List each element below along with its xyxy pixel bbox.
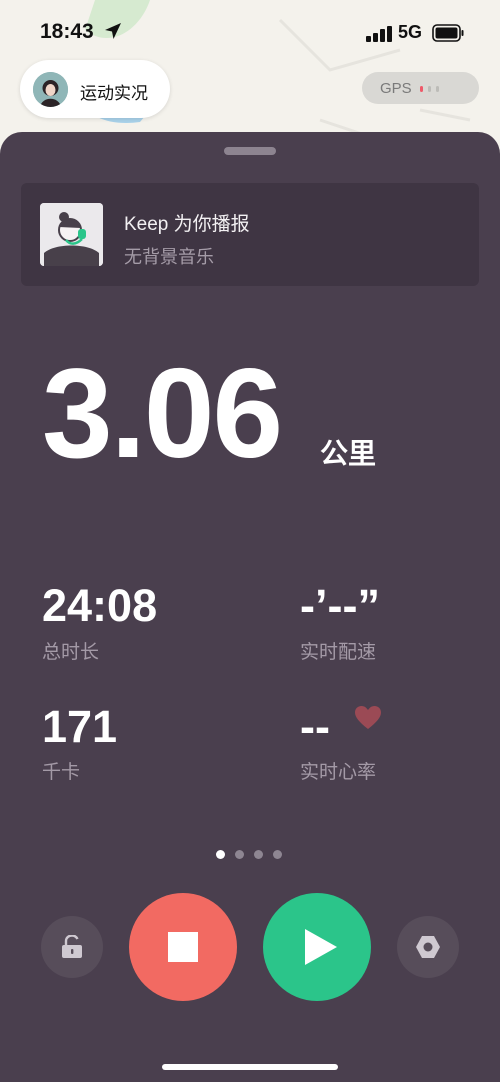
drag-handle[interactable] [224,147,276,155]
settings-icon [416,936,440,958]
page-dot[interactable] [273,850,282,859]
audio-card-subtitle: 无背景音乐 [124,247,214,267]
battery-icon [432,24,464,42]
unlock-icon [61,935,83,959]
network-type: 5G [398,22,423,42]
distance-value: 3.06 [42,342,283,484]
gps-indicator: GPS [362,72,479,104]
play-icon [305,929,337,965]
duration-label: 总时长 [42,642,100,663]
broadcaster-avatar [40,203,103,266]
distance-unit: 公里 [320,438,377,469]
settings-button[interactable] [397,916,459,978]
audio-card-title: Keep 为你播报 [124,214,250,235]
page-dot[interactable] [235,850,244,859]
page-dot[interactable] [254,850,263,859]
gps-signal-icon [420,86,446,92]
pace-label: 实时配速 [300,642,377,663]
pace-value: -’--” [300,580,380,631]
home-indicator[interactable] [162,1064,338,1070]
stop-button[interactable] [129,893,237,1001]
page-dot[interactable] [216,850,225,859]
avatar [33,72,68,107]
location-arrow-icon [104,22,122,40]
signal-icon [366,26,392,42]
page-indicator[interactable] [216,846,292,864]
calories-label: 千卡 [42,762,81,783]
heart-rate-value: -- [300,701,330,752]
heart-rate-label: 实时心率 [300,762,377,783]
calories-value: 171 [42,701,118,752]
resume-button[interactable] [263,893,371,1001]
live-status-label: 运动实况 [80,84,148,103]
gps-label: GPS [380,80,412,97]
stop-icon [168,932,198,962]
duration-value: 24:08 [42,580,158,631]
heart-icon [355,706,381,730]
audio-broadcast-card[interactable]: Keep 为你播报 无背景音乐 [21,183,479,286]
live-status-button[interactable]: 运动实况 [20,60,170,118]
status-bar: 18:43 5G [0,0,500,64]
workout-panel: Keep 为你播报 无背景音乐 3.06 公里 24:08 总时长 -’--” … [0,132,500,1082]
unlock-button[interactable] [41,916,103,978]
status-time: 18:43 [40,20,94,43]
